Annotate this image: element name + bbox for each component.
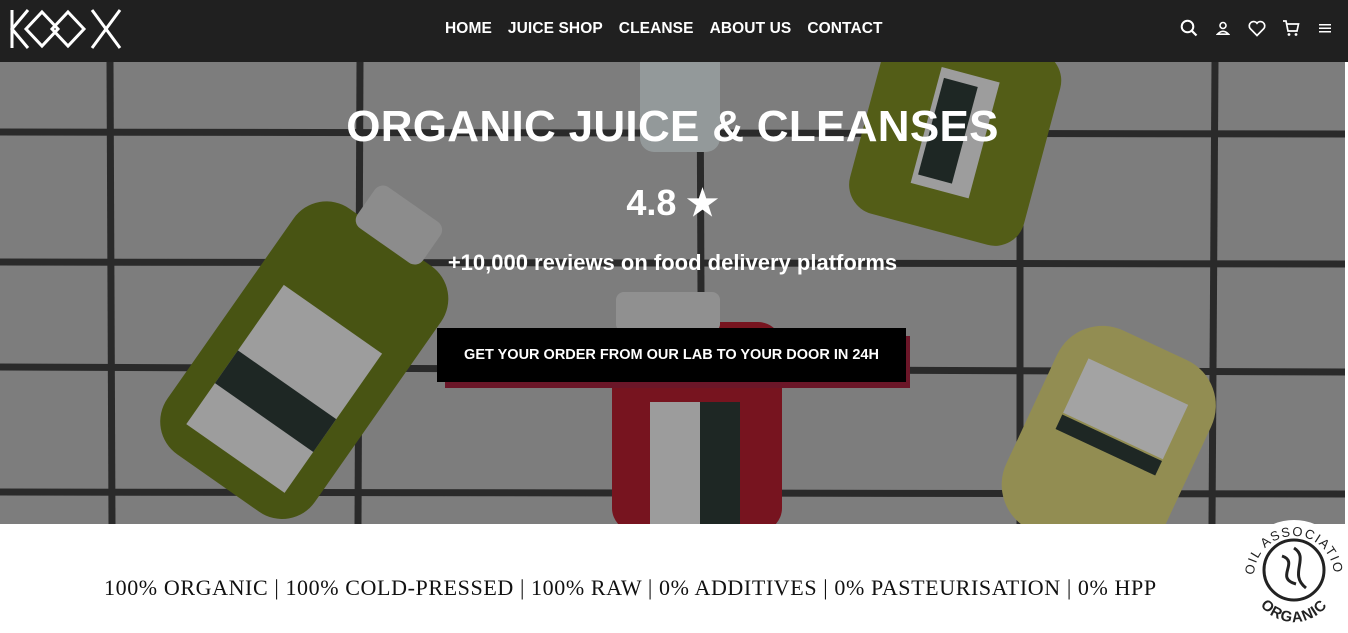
header-icons (1178, 17, 1336, 39)
nav-contact[interactable]: CONTACT (807, 20, 882, 38)
menu-icon[interactable] (1314, 17, 1336, 39)
nav-cleanse[interactable]: CLEANSE (619, 20, 694, 38)
search-icon[interactable] (1178, 17, 1200, 39)
heart-icon[interactable] (1246, 17, 1268, 39)
cart-icon[interactable] (1280, 17, 1302, 39)
main-nav: HOME JUICE SHOP CLEANSE ABOUT US CONTACT (445, 0, 883, 58)
order-cta-button[interactable]: GET YOUR ORDER FROM OUR LAB TO YOUR DOOR… (437, 328, 906, 382)
koox-logo[interactable] (8, 8, 124, 50)
rating-text: 4.8 ★ (626, 182, 719, 223)
nav-juice-shop[interactable]: JUICE SHOP (508, 20, 603, 38)
features-strip: 100% ORGANIC | 100% COLD-PRESSED | 100% … (104, 575, 1157, 600)
reviews-text: +10,000 reviews on food delivery platfor… (447, 250, 898, 275)
soil-association-organic-badge: SOIL ASSOCIATION ORGANIC (1238, 518, 1348, 628)
site-header: HOME JUICE SHOP CLEANSE ABOUT US CONTACT (0, 0, 1348, 62)
nav-home[interactable]: HOME (445, 20, 492, 38)
hero-banner: ORGANIC JUICE & CLEANSES 4.8 ★ +10,000 r… (0, 62, 1345, 524)
nav-about-us[interactable]: ABOUT US (710, 20, 792, 38)
hero-title: ORGANIC JUICE & CLEANSES (346, 102, 999, 151)
user-icon[interactable] (1212, 17, 1234, 39)
